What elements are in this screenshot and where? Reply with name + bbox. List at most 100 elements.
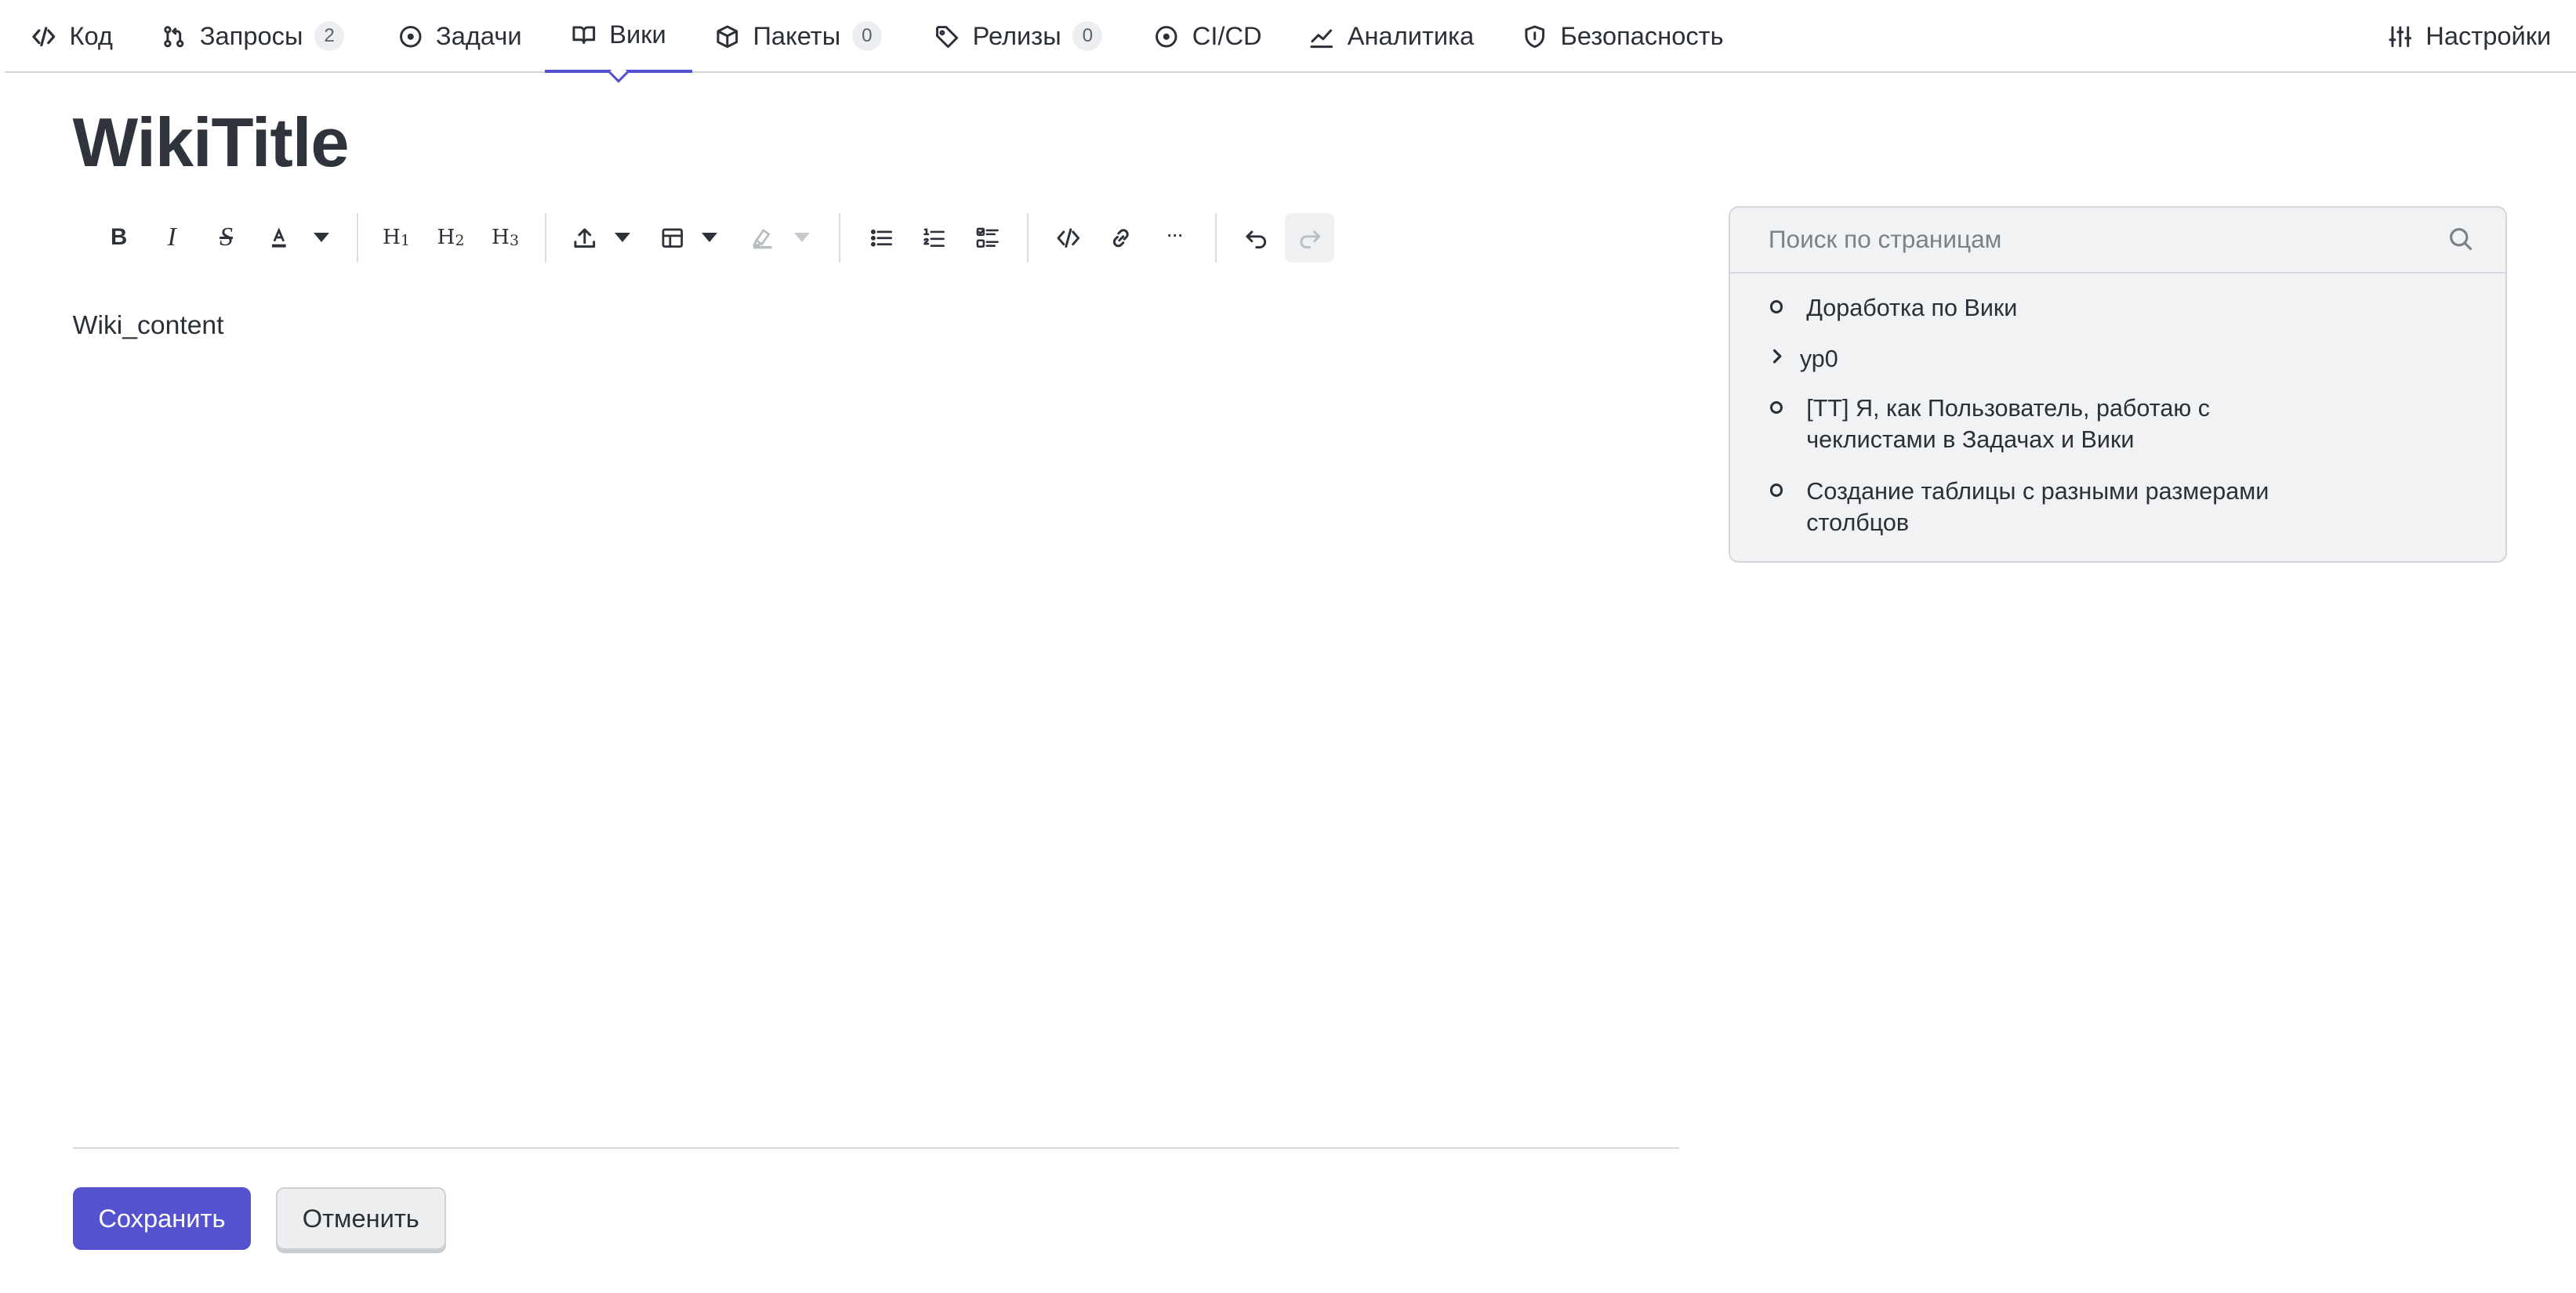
page-tree-item[interactable]: Создание таблицы с разными размерами сто… xyxy=(1769,476,2285,538)
bullet-icon xyxy=(1769,484,1783,497)
undo-icon xyxy=(1246,230,1267,248)
text-color-button[interactable] xyxy=(254,213,303,263)
page-link[interactable]: Создание таблицы с разными размерами сто… xyxy=(1770,476,2285,538)
more-button[interactable]: ··· xyxy=(1149,213,1199,263)
text-color-icon xyxy=(272,226,286,248)
heading-level: 2 xyxy=(455,232,465,250)
save-button[interactable]: Сохранить xyxy=(72,1186,252,1250)
heading-letter: H xyxy=(492,226,510,250)
heading-level: 1 xyxy=(400,232,411,250)
heading-2-icon: H2 xyxy=(437,226,465,249)
page-tree-item[interactable]: Доработка по Вики xyxy=(1769,292,2302,324)
toolbar-separator xyxy=(839,212,841,263)
highlight-icon xyxy=(753,228,772,248)
tab-analytics[interactable]: Аналитика xyxy=(1283,0,1500,73)
heading-3-icon: H3 xyxy=(492,226,519,249)
chevron-right-icon[interactable] xyxy=(1767,346,1787,366)
tab-label: Безопасность xyxy=(1560,21,1724,51)
bullet-list-icon xyxy=(870,229,893,247)
search-icon[interactable] xyxy=(2447,226,2474,252)
tab-packages[interactable]: Пакеты 0 xyxy=(688,0,908,73)
tag-icon xyxy=(936,25,959,48)
page-link[interactable]: Доработка по Вики xyxy=(1770,292,2302,324)
upload-icon xyxy=(574,227,595,248)
tab-wiki[interactable]: Вики xyxy=(545,0,693,73)
undo-button[interactable] xyxy=(1232,213,1281,263)
italic-icon: I xyxy=(167,223,176,252)
more-icon: ··· xyxy=(1166,222,1184,247)
toolbar-separator xyxy=(356,212,359,263)
tab-label: Аналитика xyxy=(1347,21,1475,51)
table-button[interactable] xyxy=(648,213,697,263)
code-icon xyxy=(1057,227,1080,248)
tab-label: Пакеты xyxy=(753,21,841,51)
strikethrough-button[interactable]: S xyxy=(201,213,251,263)
search-input[interactable] xyxy=(1730,208,2505,271)
toolbar-separator xyxy=(545,212,547,263)
tab-releases[interactable]: Релизы 0 xyxy=(909,0,1130,73)
sliders-icon xyxy=(2389,25,2411,47)
upload-button[interactable] xyxy=(560,213,609,263)
tab-code[interactable]: Код xyxy=(5,0,139,73)
toolbar-separator xyxy=(1027,212,1029,263)
page-tree-item[interactable]: ур0 xyxy=(1770,343,2295,375)
page-title[interactable]: WikiTitle xyxy=(73,103,350,183)
tab-settings[interactable]: Настройки xyxy=(2361,0,2576,73)
bold-button[interactable]: B xyxy=(94,213,143,263)
shield-icon xyxy=(1525,25,1545,48)
table-dropdown-icon[interactable] xyxy=(702,232,718,242)
link-button[interactable] xyxy=(1097,213,1146,263)
page-link[interactable]: [TT] Я, как Пользователь, работаю с чекл… xyxy=(1770,393,2219,455)
package-icon xyxy=(717,25,738,48)
heading-letter: H xyxy=(437,226,455,250)
editor-divider xyxy=(72,1146,1680,1150)
italic-button[interactable]: I xyxy=(147,213,196,263)
wiki-editor-content[interactable]: Wiki_content xyxy=(73,310,224,341)
tab-label: Вики xyxy=(609,20,666,49)
highlight-button[interactable] xyxy=(738,213,788,263)
checklist-icon xyxy=(976,227,999,248)
chart-line-icon xyxy=(1310,28,1333,48)
heading-letter: H xyxy=(383,226,401,250)
heading-3-button[interactable]: H3 xyxy=(481,213,530,263)
tab-cicd[interactable]: CI/CD xyxy=(1128,0,1289,73)
tab-label: Задачи xyxy=(436,21,522,51)
highlight-dropdown-icon[interactable] xyxy=(794,232,811,242)
tab-label: Релизы xyxy=(972,21,1061,51)
issue-circle-icon xyxy=(399,25,422,48)
tab-label: CI/CD xyxy=(1192,21,1262,51)
code-icon xyxy=(32,26,56,46)
table-icon xyxy=(662,228,683,248)
text-color-dropdown-icon[interactable] xyxy=(314,232,330,242)
count-badge: 0 xyxy=(1072,21,1103,52)
redo-button[interactable] xyxy=(1284,212,1334,263)
merge-request-icon xyxy=(164,25,184,47)
ordered-list-button[interactable] xyxy=(910,213,960,263)
project-nav: Код Запросы 2 Задачи Вики Пакеты 0 Релиз… xyxy=(5,0,2576,73)
toolbar-separator xyxy=(1215,212,1217,263)
heading-2-button[interactable]: H2 xyxy=(426,213,475,263)
upload-dropdown-icon[interactable] xyxy=(614,232,630,242)
bullet-icon xyxy=(1769,300,1783,313)
strikethrough-icon: S xyxy=(220,223,233,252)
heading-1-button[interactable]: H1 xyxy=(372,213,421,263)
task-list-button[interactable] xyxy=(963,213,1012,263)
tab-label: Код xyxy=(69,21,113,51)
pipeline-circle-icon xyxy=(1156,25,1177,48)
ordered-list-icon xyxy=(923,228,945,247)
cancel-button[interactable]: Отменить xyxy=(275,1186,446,1250)
heading-level: 3 xyxy=(510,232,520,250)
book-icon xyxy=(572,25,595,44)
page-link[interactable]: ур0 xyxy=(1770,343,2295,375)
bullet-list-button[interactable] xyxy=(857,213,906,263)
tab-issues[interactable]: Задачи xyxy=(372,0,548,73)
page-tree-item[interactable]: [TT] Я, как Пользователь, работаю с чекл… xyxy=(1769,393,2219,455)
count-badge: 0 xyxy=(851,21,882,52)
redo-icon xyxy=(1300,230,1320,248)
tab-requests[interactable]: Запросы 2 xyxy=(136,0,371,73)
code-button[interactable] xyxy=(1043,213,1093,263)
tab-security[interactable]: Безопасность xyxy=(1496,0,1750,73)
count-badge: 2 xyxy=(314,21,345,52)
wiki-sidebar: Доработка по Вики ур0 [TT] Я, как Пользо… xyxy=(1729,206,2507,563)
page-search xyxy=(1730,208,2505,274)
